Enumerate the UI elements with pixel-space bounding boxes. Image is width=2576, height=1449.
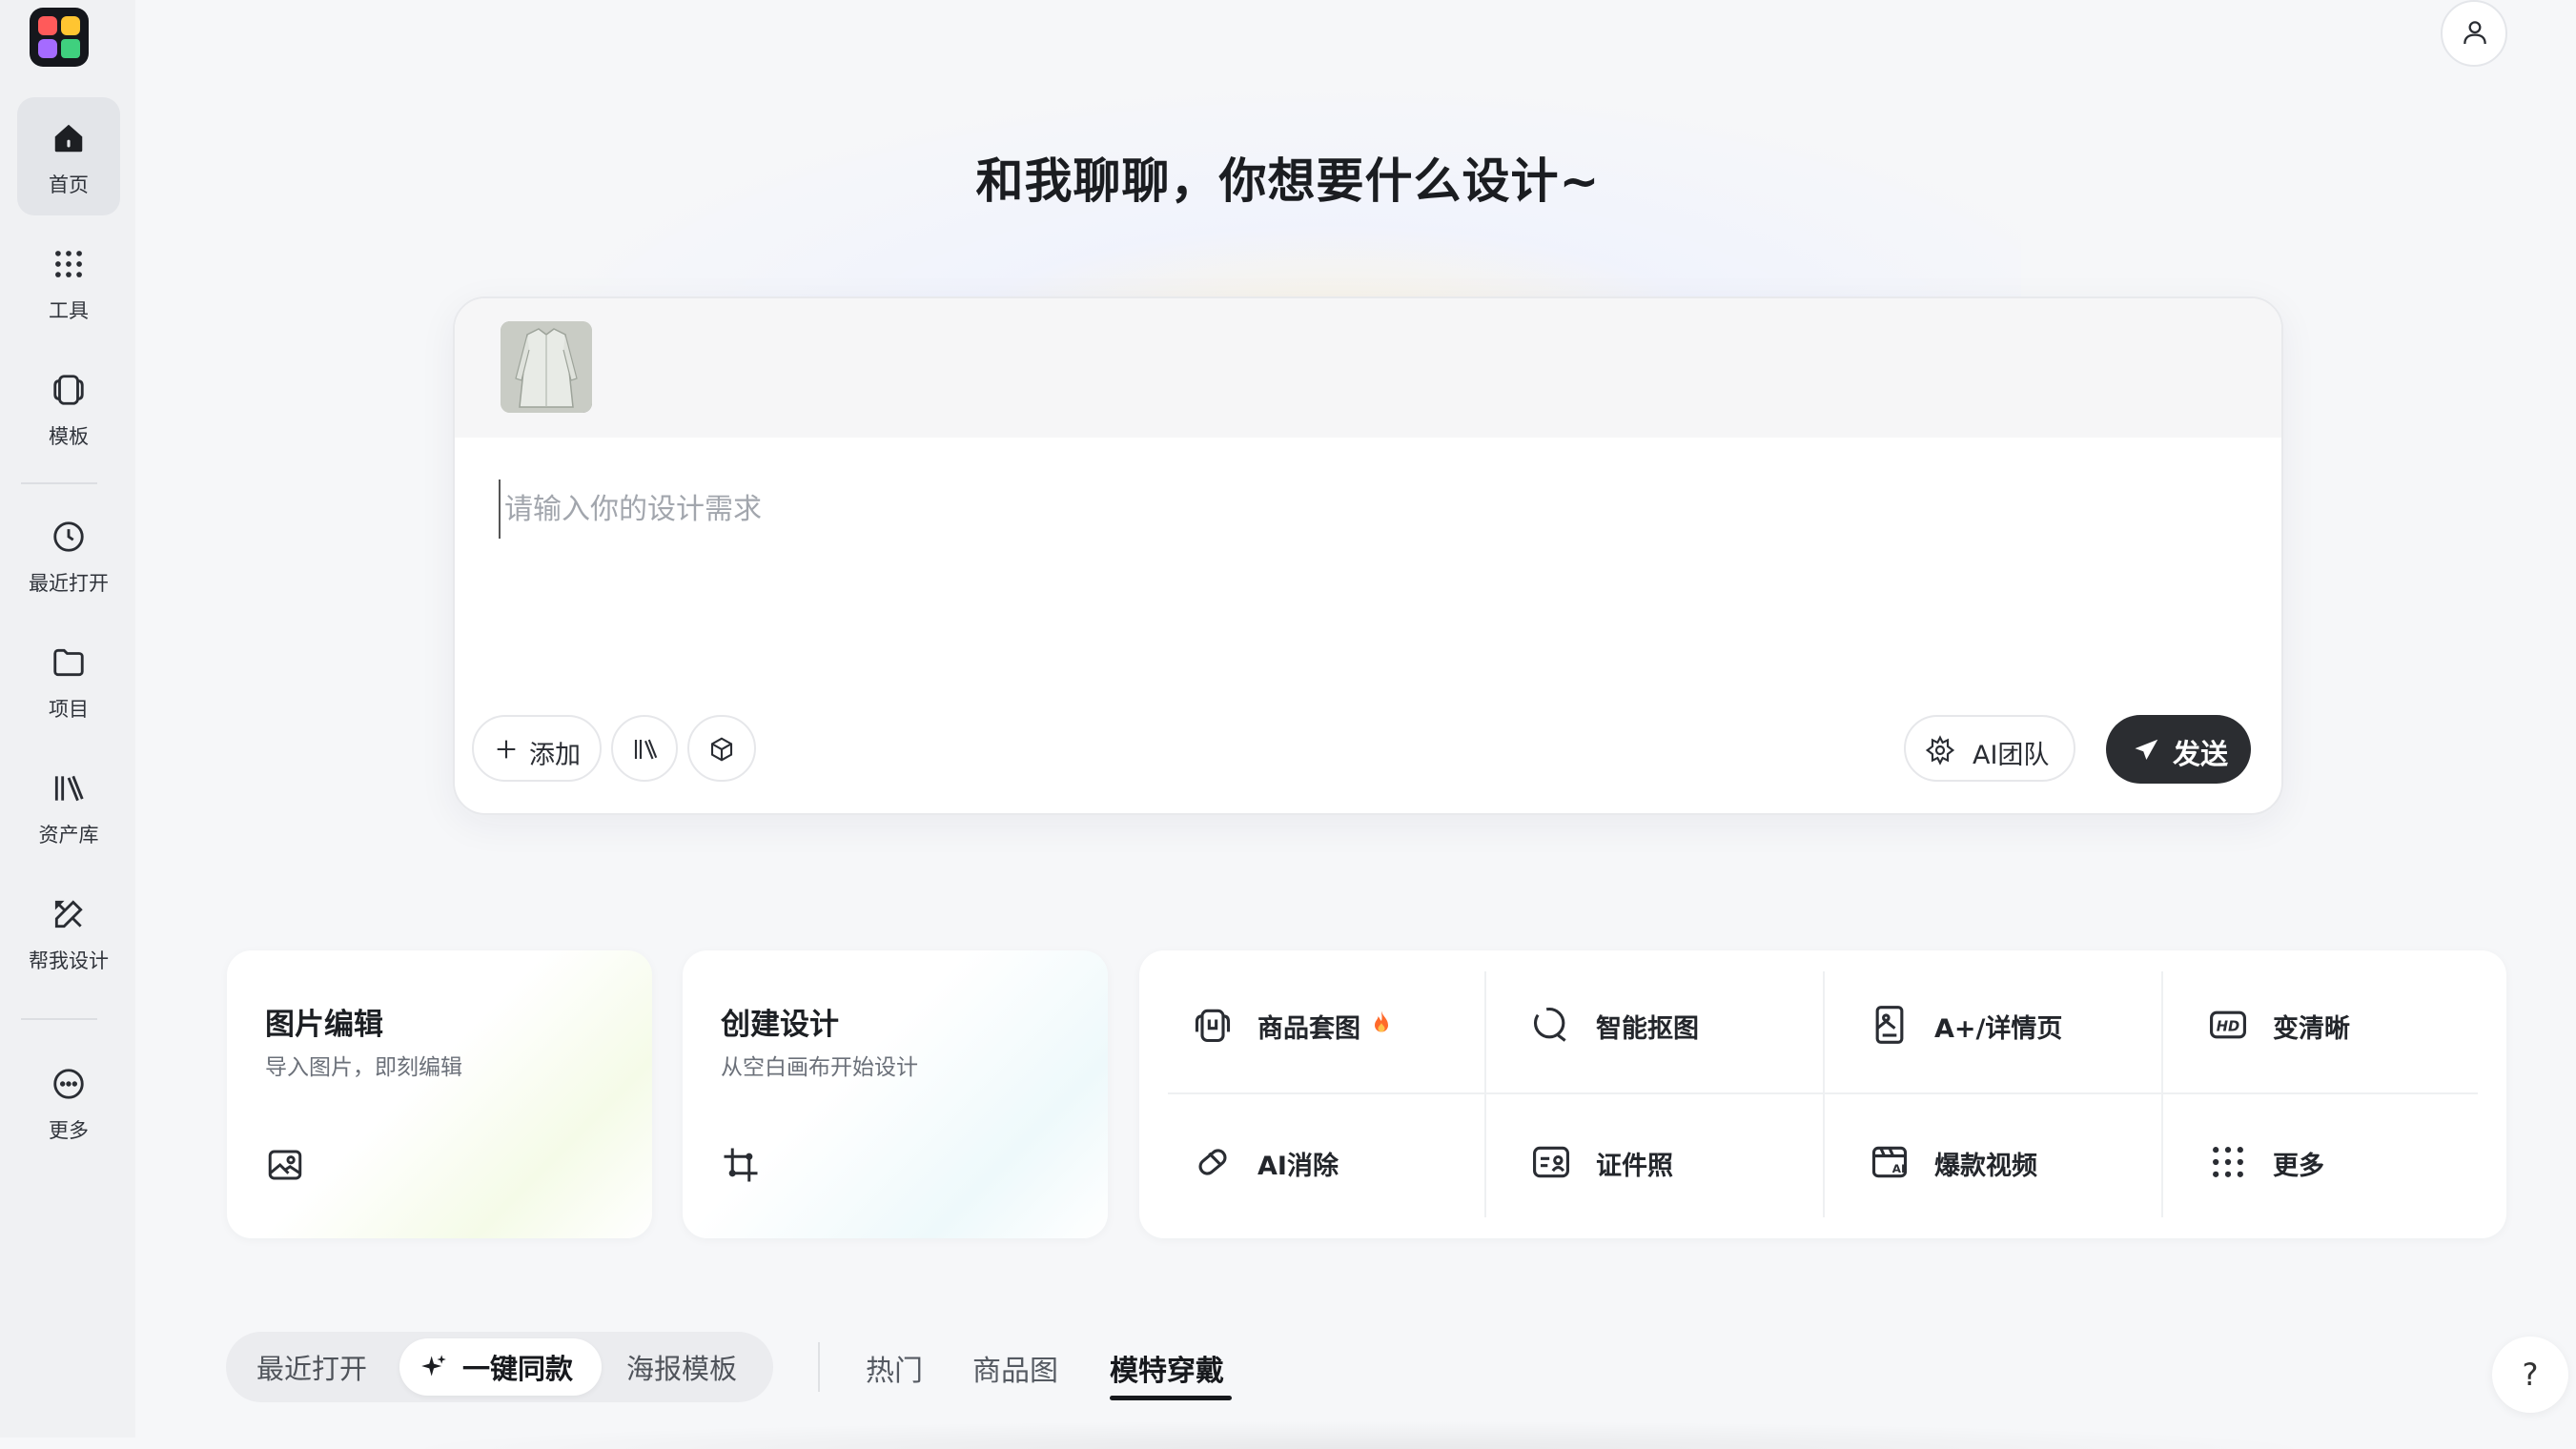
send-icon [2135, 739, 2158, 760]
send-button-label: 发送 [2173, 738, 2229, 770]
grid-dots-icon [55, 251, 82, 277]
svg-text:AI: AI [1892, 1162, 1906, 1175]
sidebar-item-label: 资产库 [38, 824, 99, 847]
sidebar-item-help-design[interactable]: 帮我设计 [17, 873, 120, 991]
tool-ai-erase[interactable]: AI消除 [1139, 1092, 1478, 1225]
add-button-label: 添加 [529, 741, 581, 770]
sidebar-item-assets[interactable]: 资产库 [17, 747, 120, 866]
crop-canvas-icon [724, 1148, 758, 1182]
plus-icon [497, 740, 516, 759]
tabs-divider [818, 1342, 820, 1392]
app-logo[interactable] [30, 8, 89, 67]
id-photo-icon [1533, 1146, 1569, 1178]
library-icon [634, 739, 658, 760]
content-edge-shadow [381, 1420, 2338, 1449]
sparkle-icon [421, 1355, 446, 1377]
tool-label: 智能抠图 [1596, 1014, 1699, 1044]
sidebar-divider [21, 482, 97, 484]
sidebar-item-label: 项目 [49, 698, 89, 721]
segment-poster-templates[interactable]: 海报模板 [626, 1347, 737, 1387]
active-tab-underline [1110, 1396, 1232, 1400]
sidebar-item-recent[interactable]: 最近打开 [17, 496, 120, 614]
tool-smart-cutout[interactable]: 智能抠图 [1478, 954, 1816, 1088]
sidebar-divider [21, 1018, 97, 1020]
segment-recent[interactable]: 最近打开 [256, 1347, 367, 1387]
create-design-subtitle: 从空白画布开始设计 [721, 1055, 918, 1080]
tab-product-images[interactable]: 商品图 [972, 1347, 1058, 1389]
svg-text:HD: HD [2217, 1018, 2239, 1034]
ai-team-label: AI团队 [1973, 741, 2050, 770]
more-icon [53, 1069, 84, 1099]
tool-viral-video[interactable]: AI 爆款视频 [1816, 1092, 2155, 1225]
help-button[interactable]: ? [2492, 1337, 2568, 1413]
sidebar-item-label: 模板 [49, 425, 89, 448]
send-button[interactable]: 发送 [2106, 715, 2251, 784]
image-edit-title: 图片编辑 [265, 1008, 383, 1042]
tool-enhance-clarity[interactable]: HD 变清晰 [2155, 954, 2493, 1088]
ai-team-button[interactable]: AI团队 [1904, 715, 2075, 782]
template-icon [53, 375, 84, 405]
tool-label: A+/详情页 [1934, 1014, 2063, 1044]
library-icon [54, 775, 84, 802]
tool-label: 证件照 [1596, 1152, 1673, 1181]
tool-label: AI消除 [1257, 1152, 1339, 1181]
design-prompt-input[interactable] [499, 480, 2127, 539]
quick-tools-panel: 商品套图 智能抠图 A+/详情页 HD 变清晰 AI消除 证件照 AI 爆款视频… [1139, 950, 2506, 1238]
attached-image-thumbnail[interactable] [501, 321, 592, 413]
cutout-icon [1533, 1007, 1566, 1042]
folder-icon [53, 648, 84, 677]
ai-team-icon [1925, 735, 1955, 765]
content-source-segmented-control: 最近打开 一键同款 海报模板 [226, 1332, 773, 1402]
sidebar-item-label: 最近打开 [29, 572, 109, 595]
cube-icon [710, 737, 733, 762]
sidebar-item-templates[interactable]: 模板 [17, 349, 120, 467]
tool-label: 爆款视频 [1934, 1152, 2037, 1181]
shirt-image [501, 321, 592, 413]
tool-detail-page[interactable]: A+/详情页 [1816, 954, 2155, 1088]
hot-flame-icon [1375, 1010, 1388, 1032]
3d-model-button[interactable] [687, 715, 756, 782]
sidebar-item-label: 帮我设计 [29, 949, 109, 972]
prompt-composer: 添加 AI团队 发送 [453, 296, 2283, 815]
tool-product-set[interactable]: 商品套图 [1139, 954, 1478, 1088]
tool-id-photo[interactable]: 证件照 [1478, 1092, 1816, 1225]
image-edit-card[interactable]: 图片编辑 导入图片，即刻编辑 [227, 950, 652, 1238]
video-ai-icon: AI [1871, 1146, 1908, 1178]
add-button[interactable]: 添加 [472, 715, 602, 782]
tool-more[interactable]: 更多 [2155, 1092, 2493, 1225]
sidebar-item-tools[interactable]: 工具 [17, 223, 120, 341]
grid-dots-icon [2213, 1147, 2243, 1177]
create-design-card[interactable]: 创建设计 从空白画布开始设计 [683, 950, 1108, 1238]
create-design-title: 创建设计 [721, 1008, 839, 1042]
tool-label: 商品套图 [1257, 1014, 1360, 1044]
sidebar-item-label: 工具 [49, 299, 89, 322]
tool-label: 变清晰 [2273, 1014, 2350, 1044]
sidebar-item-more[interactable]: 更多 [17, 1043, 120, 1161]
sidebar: 首页 工具 模板 最近打开 项目 资产库 帮我设计 更多 [0, 0, 135, 1438]
hd-icon: HD [2210, 1010, 2246, 1039]
detail-page-icon [1875, 1006, 1904, 1044]
asset-library-button[interactable] [611, 715, 678, 782]
sidebar-item-projects[interactable]: 项目 [17, 622, 120, 740]
tool-label: 更多 [2273, 1152, 2324, 1181]
clock-icon [53, 521, 84, 552]
attachment-bar [455, 298, 2281, 438]
user-icon [2464, 21, 2486, 45]
sidebar-item-label: 更多 [49, 1119, 89, 1142]
page-title: 和我聊聊，你想要什么设计~ [975, 153, 1601, 209]
tab-hot[interactable]: 热门 [866, 1347, 923, 1389]
tab-model-wear[interactable]: 模特穿戴 [1110, 1347, 1224, 1389]
user-avatar[interactable] [2441, 0, 2507, 67]
image-icon [268, 1150, 302, 1180]
image-edit-subtitle: 导入图片，即刻编辑 [265, 1055, 462, 1080]
eraser-icon [1198, 1149, 1227, 1175]
design-tools-icon [54, 900, 83, 929]
product-set-icon [1195, 1009, 1231, 1043]
segment-one-click-same[interactable]: 一键同款 [462, 1347, 573, 1387]
